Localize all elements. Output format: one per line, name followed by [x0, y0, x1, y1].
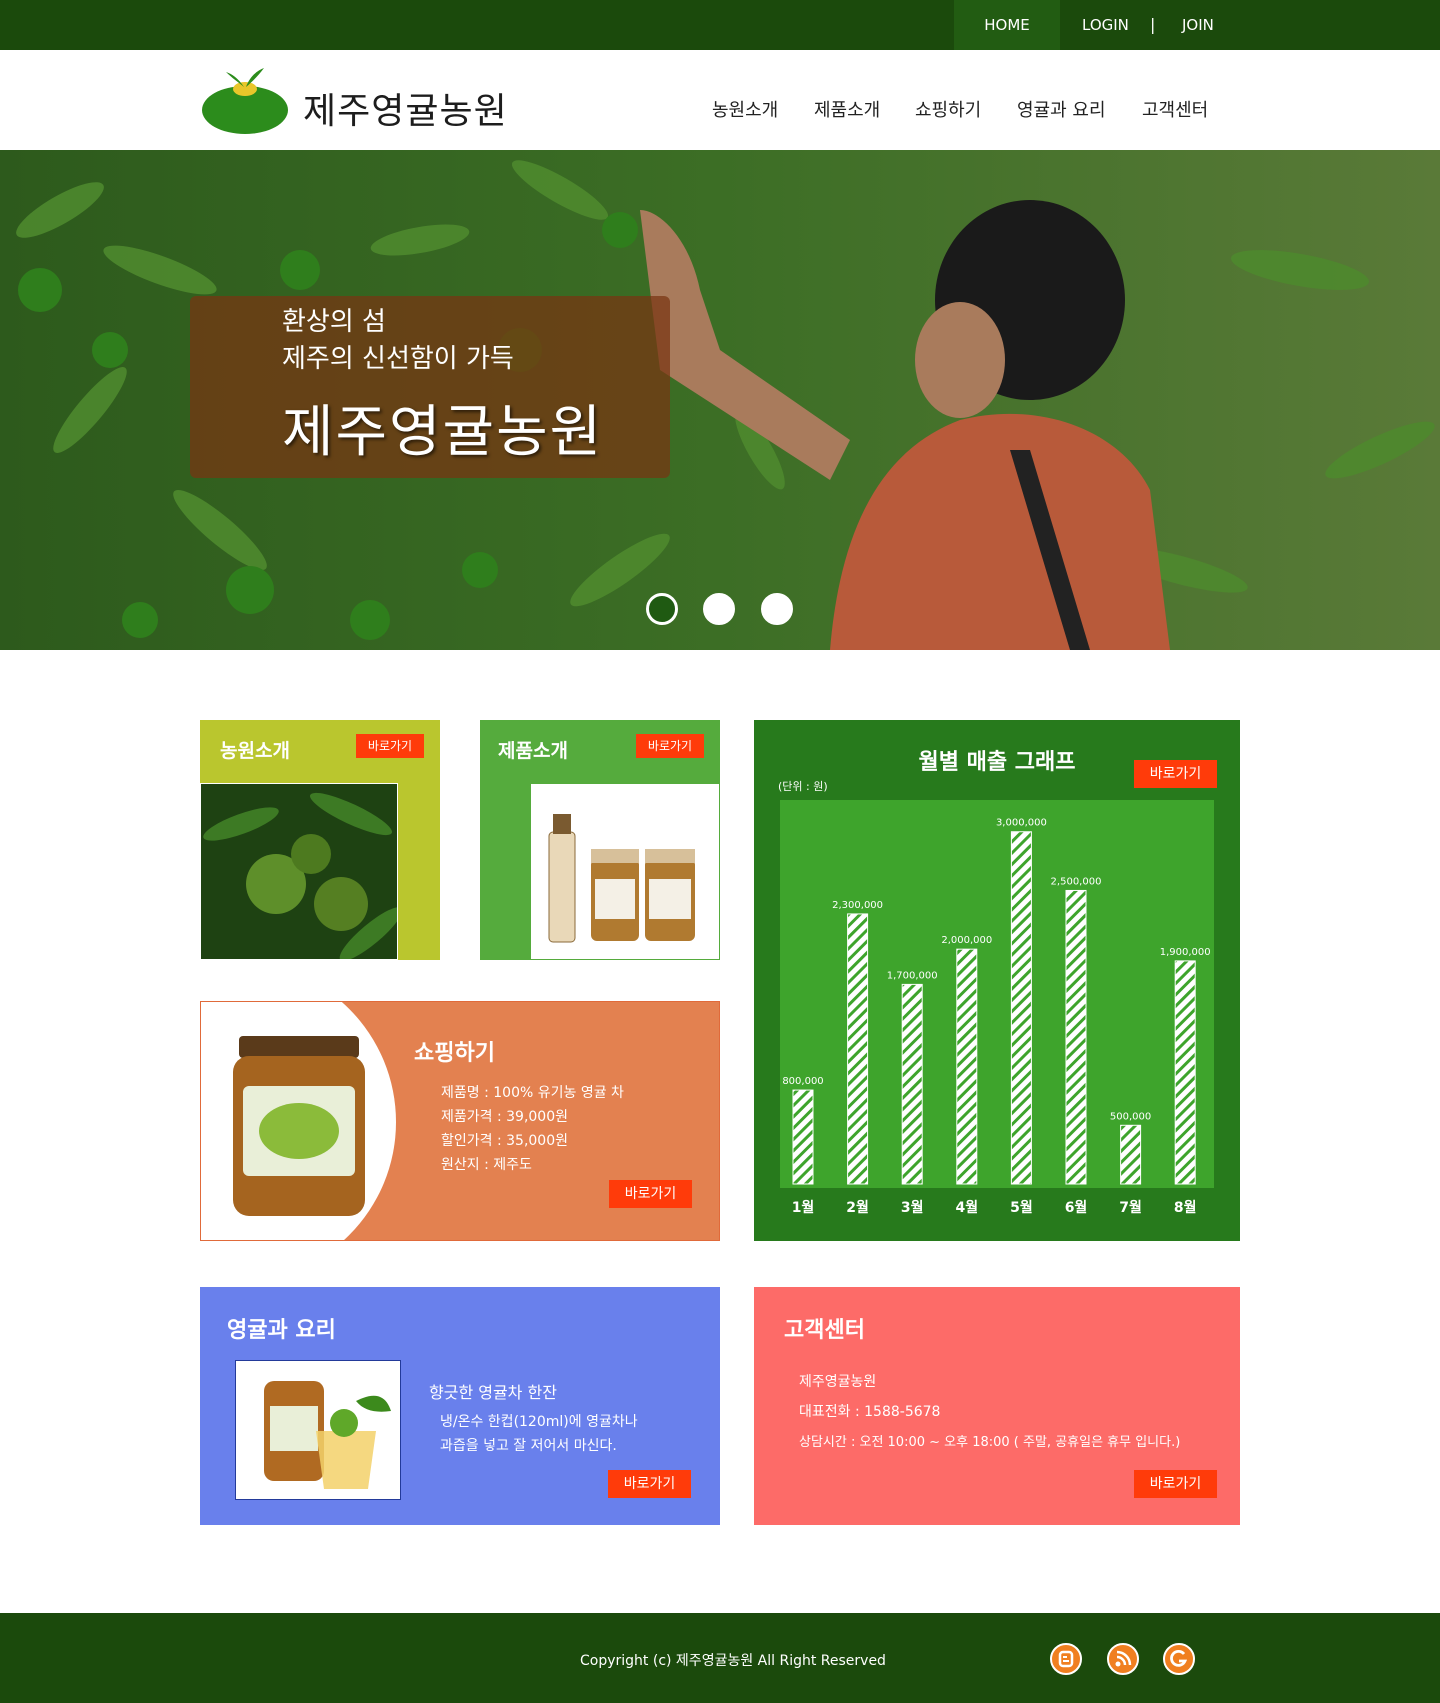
chart-value-label-8: 1,900,000 — [1160, 947, 1211, 958]
chart-value-label-7: 500,000 — [1110, 1111, 1151, 1122]
join-link[interactable]: JOIN — [1182, 0, 1214, 50]
chart-x-label-2: 2월 — [846, 1200, 869, 1216]
service-card-title: 고객센터 — [784, 1318, 865, 1343]
chart-bar-6 — [1065, 889, 1087, 1185]
logo-icon[interactable] — [200, 60, 290, 136]
product-card: 제품소개 바로가기 — [480, 720, 720, 960]
chart-bar-7 — [1120, 1124, 1142, 1185]
recipe-line-1: 냉/온수 한컵(120ml)에 영귤차나 — [440, 1414, 638, 1430]
nav-products[interactable]: 제품소개 — [814, 96, 880, 122]
shop-product-image — [233, 1036, 365, 1216]
recipe-line-2: 과즙을 넣고 잘 저어서 마신다. — [440, 1438, 617, 1454]
chart-x-label-8: 8월 — [1173, 1200, 1197, 1216]
service-hours: 상담시간 : 오전 10:00 ~ 오후 18:00 ( 주말, 공휴일은 휴무… — [799, 1435, 1181, 1450]
chart-value-label-1: 800,000 — [782, 1076, 823, 1087]
chart-svg: 800,000 2,300,000 1,700,000 2,000,000 3,000,… — [782, 818, 1211, 1185]
product-go-button[interactable]: 바로가기 — [636, 734, 704, 758]
shop-product-origin: 원산지 : 제주도 — [441, 1157, 532, 1173]
nav-farm[interactable]: 농원소개 — [712, 96, 778, 122]
shop-card: 쇼핑하기 제품명 : 100% 유기농 영귤 차 제품가격 : 39,000원 … — [200, 1001, 720, 1241]
recipe-card-title: 영귤과 요리 — [227, 1318, 336, 1343]
nav-shop[interactable]: 쇼핑하기 — [915, 96, 981, 122]
sales-chart-card: 월별 매출 그래프 (단위 : 원) 바로가기 800,000 2,300,000… — [754, 720, 1240, 1241]
slide-dot-2[interactable] — [703, 593, 735, 625]
nav-service[interactable]: 고객센터 — [1142, 96, 1208, 122]
chart-bar-2 — [847, 913, 869, 1185]
service-company: 제주영귤농원 — [799, 1374, 877, 1390]
chart-plot-area: 800,000 2,300,000 1,700,000 2,000,000 3,000,… — [780, 800, 1214, 1188]
farm-go-button[interactable]: 바로가기 — [356, 734, 424, 758]
top-bar: HOME LOGIN | JOIN — [0, 0, 1440, 50]
chart-x-label-4: 4월 — [955, 1200, 979, 1216]
hero-tagline-1: 환상의 섬 — [282, 307, 386, 337]
farm-card-title: 농원소개 — [220, 740, 290, 762]
logo-text[interactable]: 제주영귤농원 — [303, 82, 508, 134]
hero-tagline-2: 제주의 신선함이 가득 — [282, 344, 514, 374]
shop-product-price: 제품가격 : 39,000원 — [441, 1109, 569, 1125]
chart-bar-1 — [792, 1089, 814, 1185]
chart-bar-8 — [1174, 960, 1196, 1185]
recipe-card: 영귤과 요리 향긋한 영귤차 한잔 냉/온수 한컵(120ml)에 영귤차나 과… — [200, 1287, 720, 1525]
shop-card-title: 쇼핑하기 — [414, 1041, 495, 1066]
shop-go-button[interactable]: 바로가기 — [609, 1180, 692, 1208]
topbar-separator: | — [1150, 15, 1156, 34]
chart-bar-5 — [1010, 831, 1032, 1185]
chart-bar-4 — [956, 948, 978, 1185]
chart-x-label-6: 6월 — [1064, 1200, 1088, 1216]
farm-image — [200, 783, 398, 960]
copyright-text: Copyright (c) 제주영귤농원 All Right Reserved — [580, 1653, 886, 1669]
blogger-icon[interactable] — [1050, 1643, 1082, 1675]
home-link[interactable]: HOME — [954, 0, 1060, 50]
service-phone: 대표전화 : 1588-5678 — [799, 1404, 941, 1420]
farm-card: 농원소개 바로가기 — [200, 720, 440, 960]
shop-product-name: 제품명 : 100% 유기농 영귤 차 — [441, 1085, 624, 1101]
recipe-heading: 향긋한 영귤차 한잔 — [429, 1383, 557, 1402]
nav-recipe[interactable]: 영귤과 요리 — [1017, 96, 1106, 122]
chart-unit-label: (단위 : 원) — [778, 780, 828, 793]
chart-go-button[interactable]: 바로가기 — [1134, 760, 1217, 788]
service-card: 고객센터 제주영귤농원 대표전화 : 1588-5678 상담시간 : 오전 1… — [754, 1287, 1240, 1525]
chart-bar-3 — [901, 983, 923, 1185]
product-card-title: 제품소개 — [498, 740, 568, 762]
product-image — [530, 783, 720, 960]
chart-x-label-7: 7월 — [1119, 1200, 1142, 1216]
slide-dot-3[interactable] — [761, 593, 793, 625]
chart-value-label-2: 2,300,000 — [832, 900, 883, 911]
slide-dot-1[interactable] — [646, 593, 678, 625]
chart-value-label-6: 2,500,000 — [1051, 876, 1102, 887]
recipe-go-button[interactable]: 바로가기 — [608, 1470, 691, 1498]
chart-x-label-5: 5월 — [1010, 1200, 1033, 1216]
recipe-image — [235, 1360, 401, 1500]
service-go-button[interactable]: 바로가기 — [1134, 1470, 1217, 1498]
chart-x-label-3: 3월 — [900, 1200, 924, 1216]
login-link[interactable]: LOGIN — [1082, 0, 1129, 50]
hero-title: 제주영귤농원 — [282, 400, 604, 465]
shop-product-discount: 할인가격 : 35,000원 — [441, 1133, 569, 1149]
rss-icon[interactable] — [1107, 1643, 1139, 1675]
chart-value-label-4: 2,000,000 — [941, 935, 992, 946]
chart-value-label-3: 1,700,000 — [887, 970, 938, 981]
google-plus-icon[interactable] — [1163, 1643, 1195, 1675]
chart-value-label-5: 3,000,000 — [996, 818, 1047, 829]
chart-x-label-1: 1월 — [791, 1200, 815, 1216]
